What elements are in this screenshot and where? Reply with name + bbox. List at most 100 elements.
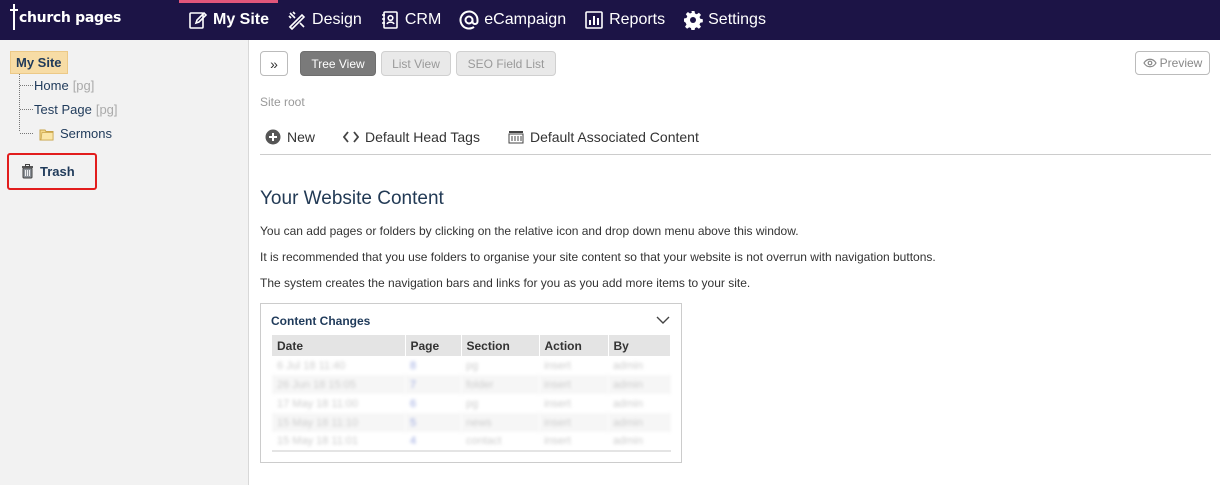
- double-chevron-right-icon: »: [270, 55, 278, 72]
- code-icon: [343, 131, 360, 143]
- divider: [260, 154, 1211, 155]
- table-header-row: Date Page Section Action By: [272, 335, 671, 356]
- main-nav: My Site Design CRM eCampaign Reports Set…: [179, 0, 775, 40]
- nav-reports[interactable]: Reports: [575, 0, 674, 40]
- cell-action: insert: [539, 432, 608, 452]
- nav-ecampaign[interactable]: eCampaign: [450, 0, 575, 40]
- page-type-tag: [pg]: [72, 78, 95, 93]
- cell-date: 6 Jul 18 11:40: [277, 359, 346, 372]
- cell-date: 17 May 18 11:00: [277, 397, 359, 410]
- gear-icon: [683, 10, 703, 30]
- cell-section: news: [461, 413, 539, 432]
- content-actions: New Default Head Tags Default Associated…: [260, 129, 727, 145]
- top-bar: church pages My Site Design CRM eCampaig…: [0, 0, 1220, 40]
- default-head-tags-label: Default Head Tags: [365, 129, 480, 145]
- widget-title: Content Changes: [271, 314, 371, 328]
- site-root-label: Site root: [260, 95, 305, 109]
- tree-connector: [20, 133, 33, 134]
- tree-view-button[interactable]: Tree View: [300, 51, 376, 76]
- cell-by: admin: [613, 359, 643, 372]
- nav-label: eCampaign: [484, 11, 567, 28]
- default-head-tags-action[interactable]: Default Head Tags: [343, 129, 480, 145]
- table-row: 15 May 18 11:01 4 contact insert admin: [272, 432, 671, 452]
- cell-page-link[interactable]: 7: [405, 375, 461, 394]
- nav-my-site[interactable]: My Site: [179, 0, 279, 40]
- table-row: 17 May 18 11:00 6 pg insert admin: [272, 394, 671, 413]
- content-block-icon: [508, 131, 524, 144]
- cross-icon: [10, 4, 18, 30]
- expand-sidebar-button[interactable]: »: [260, 51, 288, 76]
- cell-action: insert: [539, 375, 608, 394]
- nav-crm[interactable]: CRM: [371, 0, 450, 40]
- nav-label: Reports: [609, 11, 666, 28]
- column-header-by[interactable]: By: [608, 335, 671, 356]
- list-view-button[interactable]: List View: [381, 51, 451, 76]
- tree-connector: [20, 85, 33, 86]
- tree-item-label: Sermons: [60, 126, 113, 141]
- tree-root-my-site[interactable]: My Site: [10, 51, 68, 74]
- column-header-action[interactable]: Action: [539, 335, 609, 356]
- cell-page-link[interactable]: 5: [405, 413, 461, 432]
- brand-logo[interactable]: church pages: [10, 4, 121, 30]
- page-type-tag: [pg]: [95, 102, 118, 117]
- site-tree-sidebar: My Site Home [pg] Test Page [pg] Sermons…: [0, 40, 249, 485]
- crm-icon: [380, 10, 400, 30]
- new-label: New: [287, 129, 316, 145]
- trash-icon: [22, 164, 33, 179]
- default-associated-content-action[interactable]: Default Associated Content: [508, 129, 699, 145]
- table-row: 26 Jun 18 15:05 7 folder insert admin: [272, 375, 671, 394]
- nav-design[interactable]: Design: [278, 0, 371, 40]
- main-content: » Tree View List View SEO Field List Pre…: [250, 40, 1220, 485]
- tree-connector: [20, 109, 33, 110]
- edit-icon: [188, 10, 208, 30]
- folder-icon: [39, 129, 54, 140]
- cell-action: insert: [544, 397, 571, 410]
- chevron-down-icon[interactable]: [656, 315, 670, 325]
- cell-section: contact: [461, 432, 539, 452]
- tree-item-label: Home: [34, 78, 69, 93]
- cell-date: 15 May 18 11:01: [272, 432, 405, 452]
- trash-item[interactable]: Trash: [21, 164, 75, 179]
- content-changes-table: Date Page Section Action By 6 Jul 18 11:…: [272, 335, 671, 452]
- cell-section: pg: [466, 359, 479, 372]
- tree-item-sermons[interactable]: Sermons: [20, 126, 112, 141]
- trash-label: Trash: [40, 164, 75, 179]
- at-icon: [459, 10, 479, 30]
- reports-icon: [584, 10, 604, 30]
- seo-field-list-button[interactable]: SEO Field List: [456, 51, 556, 76]
- default-associated-content-label: Default Associated Content: [529, 129, 699, 145]
- nav-label: My Site: [213, 11, 270, 28]
- eye-icon: [1142, 58, 1157, 68]
- table-row: 15 May 18 11:10 5 news insert admin: [272, 413, 671, 432]
- column-header-page[interactable]: Page: [405, 335, 462, 356]
- column-header-section[interactable]: Section: [461, 335, 540, 356]
- preview-label: Preview: [1159, 56, 1203, 70]
- tree-item-home[interactable]: Home [pg]: [20, 78, 94, 93]
- cell-by: admin: [613, 397, 643, 410]
- cell-date: 26 Jun 18 15:05: [272, 375, 405, 394]
- nav-label: Design: [312, 11, 362, 28]
- preview-button[interactable]: Preview: [1135, 51, 1210, 75]
- brand-name: church pages: [19, 10, 121, 26]
- cell-section: pg: [466, 397, 479, 410]
- content-changes-widget: Content Changes Date Page Section Action…: [260, 303, 682, 463]
- nav-settings[interactable]: Settings: [674, 0, 775, 40]
- column-header-date[interactable]: Date: [272, 335, 406, 356]
- content-title: Your Website Content: [260, 188, 444, 209]
- content-paragraph: It is recommended that you use folders t…: [260, 250, 936, 264]
- design-icon: [287, 10, 307, 30]
- tree-item-test-page[interactable]: Test Page [pg]: [20, 102, 118, 117]
- table-row: 6 Jul 18 11:40 8 pg insert admin: [272, 356, 671, 375]
- cell-by: admin: [608, 375, 671, 394]
- new-action[interactable]: New: [265, 129, 315, 145]
- content-paragraph: The system creates the navigation bars a…: [260, 276, 751, 290]
- cell-action: insert: [539, 413, 608, 432]
- cell-page-link[interactable]: 6: [405, 394, 461, 413]
- cell-by: admin: [608, 413, 671, 432]
- cell-page-link[interactable]: 8: [405, 356, 461, 375]
- cell-action: insert: [544, 359, 571, 372]
- cell-page-link[interactable]: 4: [405, 432, 461, 452]
- cell-section: folder: [461, 375, 539, 394]
- plus-circle-icon: [265, 129, 281, 145]
- tree-item-label: Test Page: [34, 102, 92, 117]
